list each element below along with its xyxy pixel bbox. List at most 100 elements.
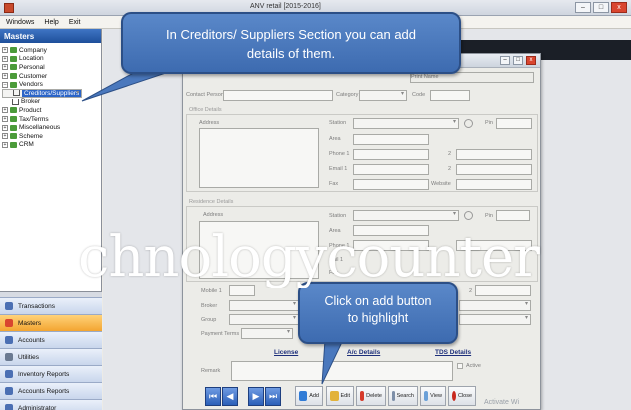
nav-item-utilities[interactable]: Utilities (0, 348, 102, 365)
prev-record-button[interactable]: ◀ (222, 387, 238, 406)
menu-exit[interactable]: Exit (69, 19, 81, 26)
broker-select[interactable] (229, 300, 299, 311)
folder-icon (10, 64, 17, 71)
tree-expand-icon[interactable]: + (2, 64, 8, 71)
remark-label: Remark (201, 368, 221, 374)
delete-icon (360, 391, 365, 401)
tree-item-customer[interactable]: + Customer (2, 72, 99, 81)
office-website-label: Website (431, 181, 451, 187)
nav-icon (5, 336, 13, 344)
broker-label: Broker (201, 303, 218, 309)
category-label: Category (336, 92, 359, 98)
contact-person-input[interactable] (223, 90, 333, 101)
tree-expand-icon[interactable]: + (2, 133, 8, 140)
minimize-button[interactable]: – (575, 2, 591, 13)
nav-icon (5, 319, 13, 327)
tree-expand-icon[interactable]: + (2, 124, 8, 131)
office-email2-input[interactable] (456, 164, 532, 175)
tree-item-tax-terms[interactable]: + Tax/Terms (2, 115, 99, 124)
tds-details-link[interactable]: TDS Details (435, 349, 471, 356)
nav-item-accounts-reports[interactable]: Accounts Reports (0, 382, 102, 399)
ac-details-link[interactable]: A/c Details (347, 349, 380, 356)
license-link[interactable]: License (274, 349, 298, 356)
menu-help[interactable]: Help (44, 19, 58, 26)
nav-item-transactions[interactable]: Transactions (0, 297, 102, 314)
edit-icon (330, 391, 339, 401)
office-station-select[interactable] (353, 118, 459, 129)
office-email1-input[interactable] (353, 164, 429, 175)
office-website-input[interactable] (456, 179, 532, 190)
dialog-minimize-button[interactable]: – (500, 56, 510, 65)
office-fax-input[interactable] (353, 179, 429, 190)
close-form-button[interactable]: Close (448, 386, 476, 406)
office-phone1-input[interactable] (353, 149, 429, 160)
tree-expand-icon[interactable]: + (2, 116, 8, 123)
first-record-button[interactable]: ⏮ (205, 387, 221, 406)
tree-expand-icon[interactable]: + (2, 47, 8, 54)
contact-person-label: Contact Person (186, 92, 224, 98)
nav-item-label: Accounts (18, 336, 45, 344)
active-checkbox[interactable] (457, 363, 463, 369)
tree-item-location[interactable]: + Location (2, 55, 99, 64)
nav-item-inventory-reports[interactable]: Inventory Reports (0, 365, 102, 382)
tree-expand-icon[interactable]: + (2, 107, 8, 114)
tree-expand-icon[interactable]: + (2, 73, 8, 80)
view-button[interactable]: View (420, 386, 446, 406)
residence-station-select[interactable] (353, 210, 459, 221)
tree-item-company[interactable]: + Company (2, 46, 99, 55)
office-address-input[interactable] (199, 128, 319, 188)
tree-item-product[interactable]: + Product (2, 106, 99, 115)
office-area-input[interactable] (353, 134, 429, 145)
dialog-close-button[interactable]: x (526, 56, 536, 65)
nav-item-masters[interactable]: Masters (0, 314, 102, 331)
nav-item-label: Administrator (18, 404, 57, 410)
sidebar-header: Masters (0, 29, 101, 43)
last-record-button[interactable]: ⏭ (265, 387, 281, 406)
tree-item-miscellaneous[interactable]: + Miscellaneous (2, 123, 99, 132)
menu-windows[interactable]: Windows (6, 19, 34, 26)
payment-terms-select[interactable] (241, 328, 293, 339)
nav-item-accounts[interactable]: Accounts (0, 331, 102, 348)
delete-button[interactable]: Delete (356, 386, 386, 406)
tree-item-label: Creditors/Suppliers (22, 89, 82, 97)
tree-item-broker[interactable]: Broker (2, 98, 99, 107)
code-input[interactable] (430, 90, 470, 101)
group-extra-select[interactable] (459, 314, 531, 325)
nav-item-administrator[interactable]: Administrator (0, 399, 102, 410)
tree-item-vendors[interactable]: – Vendors (2, 80, 99, 89)
add-button-callout: Click on add button to highlight (298, 282, 458, 344)
office-refresh-icon[interactable] (464, 119, 473, 128)
search-button[interactable]: Search (388, 386, 418, 406)
add-button[interactable]: Add (295, 386, 323, 406)
office-phone2-input[interactable] (456, 149, 532, 160)
residence-refresh-icon[interactable] (464, 211, 473, 220)
tree-expand-icon[interactable]: + (2, 141, 8, 148)
broker-extra-select[interactable] (459, 300, 531, 311)
creditors-callout-line2: details of them. (246, 46, 336, 61)
sidebar-nav: Transactions Masters Accounts Utilities Inve… (0, 291, 102, 410)
office-pin-input[interactable] (496, 118, 532, 129)
tree-item-personal[interactable]: + Personal (2, 63, 99, 72)
maximize-button[interactable]: □ (593, 2, 609, 13)
watermark-text: chnologycounter (78, 228, 540, 288)
folder-icon (10, 47, 17, 54)
masters-sidebar: Masters + Company + Location + Personal + Custo… (0, 29, 102, 410)
window-title: ANV retail [2015-2016] (250, 3, 321, 10)
remark-input[interactable] (231, 361, 453, 381)
edit-button[interactable]: Edit (326, 386, 354, 406)
tree-item-label: Customer (19, 72, 48, 80)
tree-item-scheme[interactable]: + Scheme (2, 132, 99, 141)
tree-item-creditors-suppliers[interactable]: Creditors/Suppliers (2, 88, 83, 98)
tree-expand-icon[interactable]: – (2, 81, 8, 88)
folder-icon (10, 81, 17, 88)
category-select[interactable] (359, 90, 407, 101)
dialog-maximize-button[interactable]: □ (513, 56, 523, 65)
tree-item-crm[interactable]: + CRM (2, 141, 99, 150)
add-callout-line1: Click on add button (324, 294, 432, 308)
close-button[interactable]: x (611, 2, 627, 13)
group-select[interactable] (229, 314, 299, 325)
next-record-button[interactable]: ▶ (248, 387, 264, 406)
tree-expand-icon[interactable]: + (2, 55, 8, 62)
folder-icon (10, 107, 17, 114)
residence-pin-input[interactable] (496, 210, 530, 221)
